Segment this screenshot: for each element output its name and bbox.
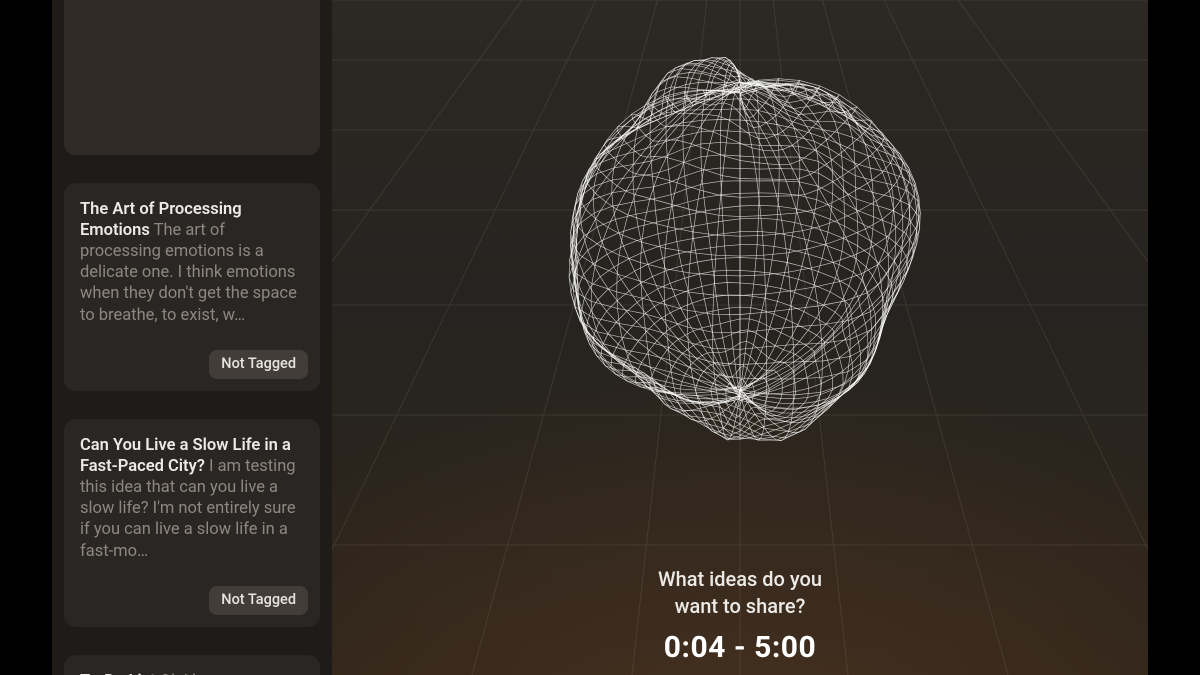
app-window: your vs.com The Art of Processing Emotio… xyxy=(52,0,1148,675)
audio-wireframe-blob xyxy=(480,17,1000,497)
note-card[interactable]: your vs.com xyxy=(64,0,320,155)
recording-timer: 0:04 - 5:00 xyxy=(332,630,1148,665)
prompt-block: What ideas do you want to share? 0:04 - … xyxy=(332,566,1148,665)
tag-pill[interactable]: Not Tagged xyxy=(209,350,308,379)
recording-panel: What ideas do you want to share? 0:04 - … xyxy=(332,0,1148,675)
tag-pill[interactable]: Not Tagged xyxy=(209,586,308,615)
recording-prompt: What ideas do you want to share? xyxy=(332,566,1148,620)
card-fade xyxy=(64,85,320,155)
note-card[interactable]: The Art of Processing Emotions The art o… xyxy=(64,183,320,391)
note-card[interactable]: To-Do List Ok I have a… xyxy=(64,655,320,675)
notes-sidebar[interactable]: your vs.com The Art of Processing Emotio… xyxy=(52,0,332,675)
note-card[interactable]: Can You Live a Slow Life in a Fast-Paced… xyxy=(64,419,320,627)
